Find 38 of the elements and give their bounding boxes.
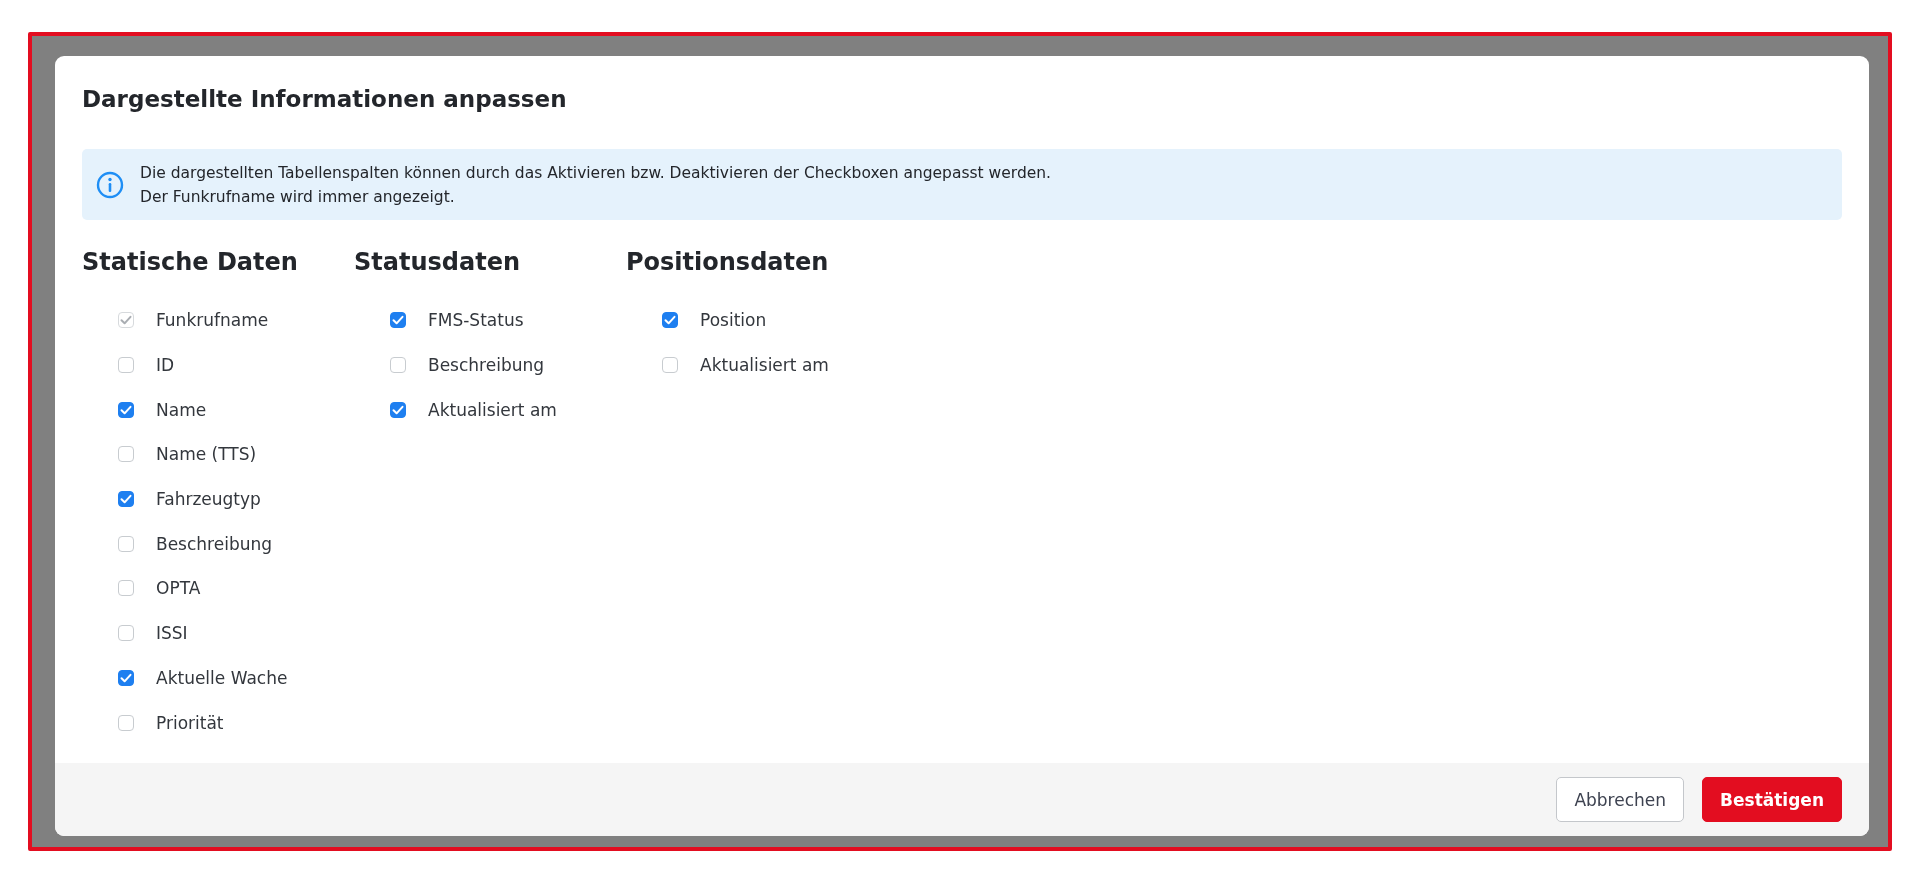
- checkbox-label: Position: [700, 310, 767, 331]
- section-heading: Positionsdaten: [626, 247, 830, 278]
- checkbox-label: Funkrufname: [156, 310, 269, 331]
- checkbox[interactable]: [118, 669, 134, 686]
- checkbox-label: Aktuelle Wache: [156, 667, 288, 688]
- info-icon: [96, 170, 124, 199]
- checkbox-label: Name: [156, 399, 207, 420]
- checkbox[interactable]: [118, 625, 134, 642]
- checkbox-label: Aktualisiert am: [700, 355, 829, 376]
- section-heading: Statusdaten: [354, 247, 521, 278]
- checkbox-label: ID: [156, 355, 175, 376]
- dialog-title: Dargestellte Informationen anpassen: [82, 85, 568, 114]
- cancel-button[interactable]: Abbrechen: [1556, 777, 1685, 822]
- checkbox[interactable]: [390, 401, 406, 418]
- checkbox[interactable]: [118, 446, 134, 463]
- checkbox[interactable]: [662, 312, 678, 329]
- checkbox-label: FMS-Status: [428, 310, 524, 331]
- checkbox-label: OPTA: [156, 578, 201, 599]
- checkbox-label: Aktualisiert am: [428, 399, 557, 420]
- checkbox-label: Fahrzeugtyp: [156, 489, 261, 510]
- checkbox[interactable]: [390, 312, 406, 329]
- checkbox[interactable]: [662, 357, 678, 374]
- checkbox[interactable]: [118, 580, 134, 597]
- confirm-button[interactable]: Bestätigen: [1702, 777, 1842, 822]
- checkbox-label: Beschreibung: [156, 533, 273, 554]
- checkbox-label: Priorität: [156, 712, 224, 733]
- checkbox-label: Beschreibung: [428, 355, 545, 376]
- info-text: Der Funkrufname wird immer angezeigt.: [140, 186, 456, 208]
- checkbox[interactable]: [118, 714, 134, 731]
- checkbox[interactable]: [118, 535, 134, 552]
- checkbox-label: ISSI: [156, 623, 188, 644]
- section-heading: Statische Daten: [82, 247, 299, 278]
- checkbox[interactable]: [118, 401, 134, 418]
- checkbox[interactable]: [118, 491, 134, 508]
- checkbox[interactable]: [390, 357, 406, 374]
- info-text: Die dargestellten Tabellenspalten können durch das Aktivieren bzw. Deaktivieren der Checkboxen angepasst werden.: [140, 162, 1052, 184]
- checkbox-label: Name (TTS): [156, 444, 257, 465]
- checkbox[interactable]: [118, 357, 134, 374]
